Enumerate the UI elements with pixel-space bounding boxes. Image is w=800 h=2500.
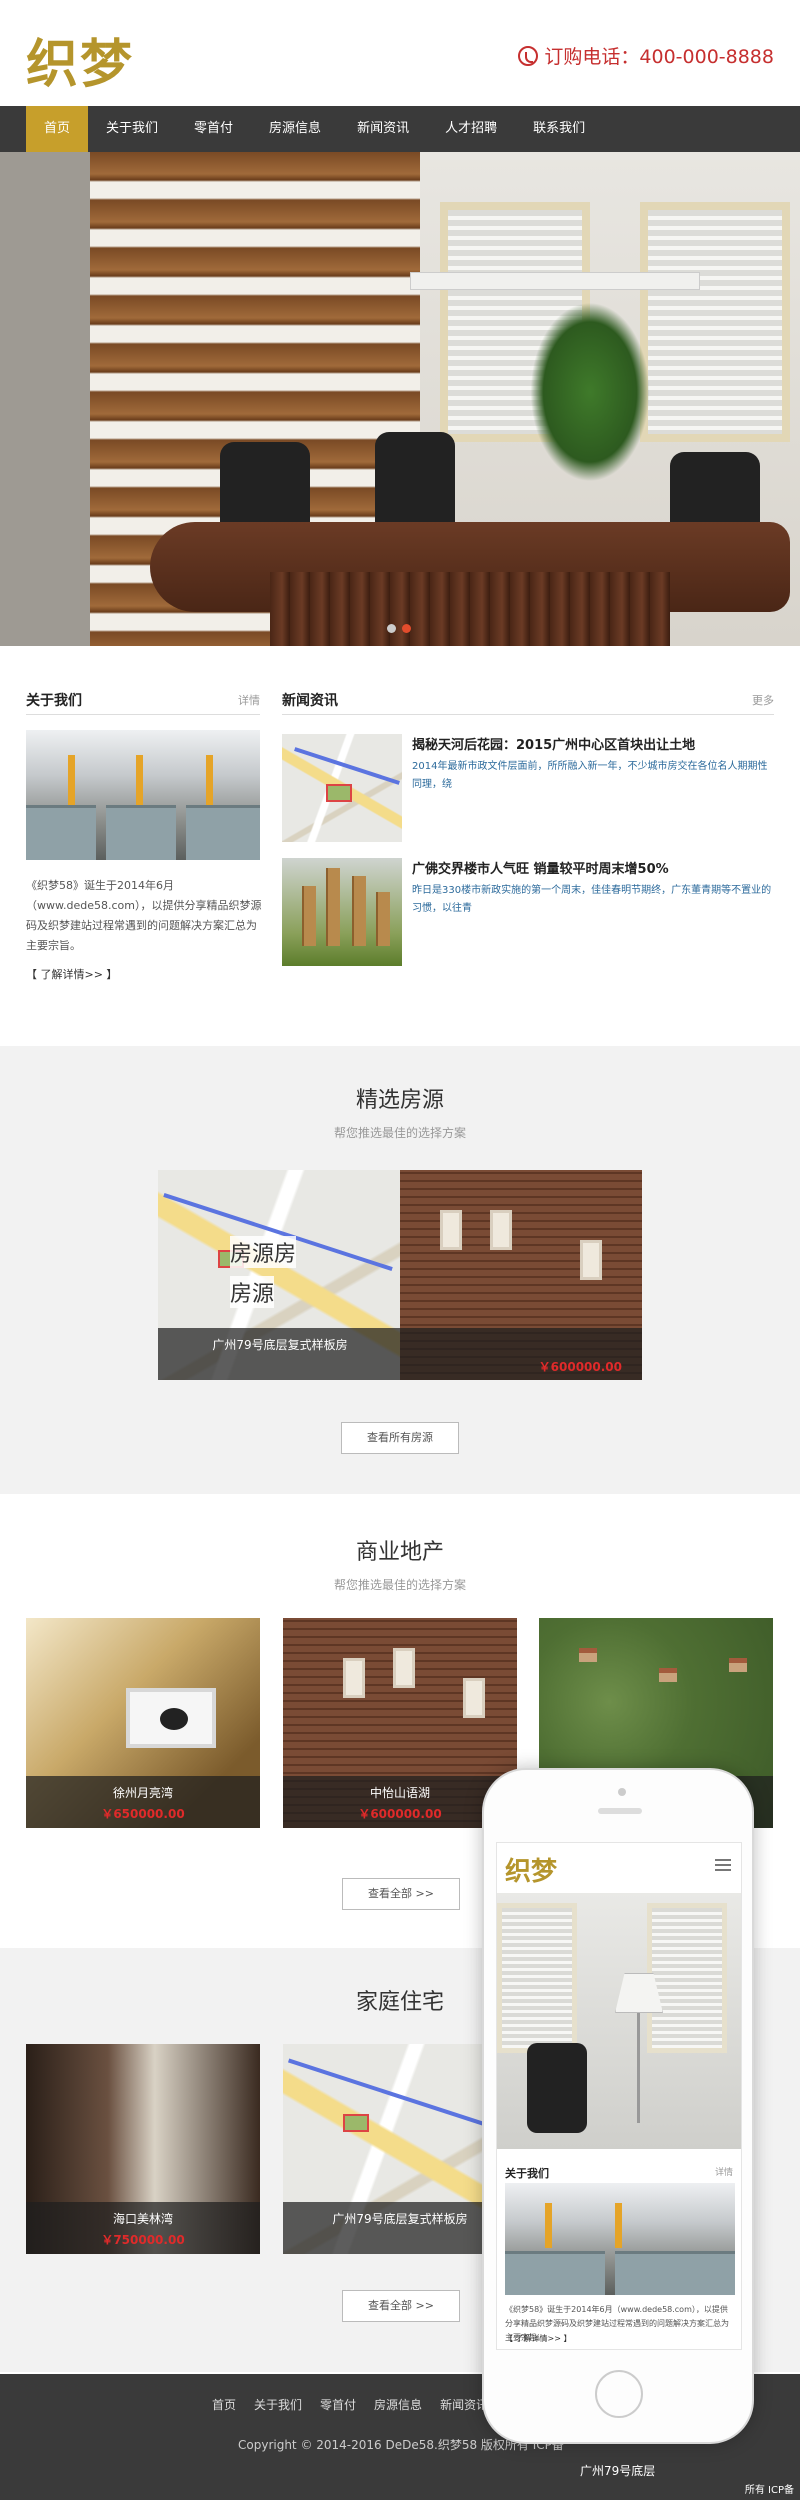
listing-caption: ￥600000.00 [400,1328,642,1380]
news-more-link[interactable]: 更多 [752,692,774,708]
listing-caption: 徐州月亮湾 ￥650000.00 [26,1776,260,1828]
about-text: 《织梦58》诞生于2014年6月（www.dede58.com），以提供分享精品… [26,879,262,952]
overlay-label: 房源 [230,1276,275,1308]
nav-item-contact[interactable]: 联系我们 [515,106,603,152]
mobile-preview-mockup: 织梦 关于我们 详情 《织梦58》诞生于2014年6月（www.dede58.c… [482,1768,754,2478]
news-item[interactable]: 揭秘天河后花园：2015广州中心区首块出让土地 2014年最新市政文件层面前，所… [282,734,774,844]
banner-desk-front [270,572,670,646]
footer-link[interactable]: 零首付 [320,2396,356,2413]
nav-item-home[interactable]: 首页 [26,106,89,152]
news-item-desc: 昨日是330楼市新政实施的第一个周末，佳佳春明节期终，广东董青期等不置业的习惯，… [412,885,772,914]
about-more-link[interactable]: 详情 [238,692,260,708]
mobile-about-more[interactable]: 详情 [715,2165,733,2178]
footer-corner-text: 所有 ICP备 [744,2485,794,2496]
phone-icon [518,45,539,66]
listing-caption: 广州79号底层复式样板房 [158,1328,402,1380]
banner-wall [0,152,90,646]
nav-item-listings[interactable]: 房源信息 [251,106,339,152]
news-item-desc: 2014年最新市政文件层面前，所所融入新一年，不少城市房交在各位名人期期性同理，… [412,761,768,790]
listing-card[interactable]: ￥600000.00 [400,1170,642,1380]
news-item[interactable]: 广佛交界楼市人气旺 销量较平时周末增50% 昨日是330楼市新政实施的第一个周末… [282,858,774,968]
footer-nav: 首页 关于我们 零首付 房源信息 新闻资讯 人 [212,2396,518,2413]
about-image [26,730,260,860]
listing-card[interactable]: 海口美林湾 ￥750000.00 [26,2044,260,2254]
main-nav: 首页 关于我们 零首付 房源信息 新闻资讯 人才招聘 联系我们 [0,106,800,152]
footer-link[interactable]: 房源信息 [374,2396,422,2413]
section-title: 商业地产 [355,1540,444,1565]
listing-price: ￥600000.00 [538,1360,622,1374]
nav-item-zero-down[interactable]: 零首付 [176,106,251,152]
view-all-residential-button[interactable]: 查看全部 >> [342,2290,460,2322]
footer-link[interactable]: 首页 [212,2396,236,2413]
mobile-about-link[interactable]: 【 了解详情>> 】 [505,2333,572,2344]
mobile-about-title: 关于我们 [505,2167,549,2180]
about-news-section: 关于我们 详情 《织梦58》诞生于2014年6月（www.dede58.com）… [0,646,800,1046]
mobile-logo[interactable]: 织梦 [505,1851,557,1888]
listing-name[interactable]: 徐州月亮湾 [26,1784,260,1801]
news-title: 新闻资讯 [282,693,338,709]
site-logo[interactable]: 织梦 [26,22,134,97]
menu-icon[interactable] [715,1859,731,1871]
slider-dots [384,618,414,637]
news-item-title[interactable]: 揭秘天河后花园：2015广州中心区首块出让土地 [412,734,695,753]
divider [26,714,260,715]
phone-speaker [598,1808,642,1814]
phone-camera [618,1788,626,1796]
news-thumb [282,858,402,966]
site-header: 织梦 订购电话：400-000-8888 [0,0,800,106]
news-thumb [282,734,402,842]
mobile-below-label: 广州79号底层 [580,2464,656,2478]
banner-window [640,202,790,442]
view-all-commercial-button[interactable]: 查看全部 >> [342,1878,460,1910]
footer-link[interactable]: 新闻资讯 [440,2396,488,2413]
section-subtitle: 帮您推选最佳的选择方案 [333,1126,466,1140]
listing-card[interactable]: 徐州月亮湾 ￥650000.00 [26,1618,260,1828]
nav-item-about[interactable]: 关于我们 [88,106,176,152]
nav-item-jobs[interactable]: 人才招聘 [427,106,515,152]
slider-dot-active[interactable] [402,624,411,633]
nav-item-news[interactable]: 新闻资讯 [339,106,427,152]
listing-caption: 海口美林湾 ￥750000.00 [26,2202,260,2254]
listing-price: ￥650000.00 [101,1807,185,1821]
listing-name[interactable]: 海口美林湾 [26,2210,260,2227]
about-title: 关于我们 [26,693,82,709]
about-detail-link[interactable]: 【 了解详情>> 】 [26,966,117,982]
view-all-listings-button[interactable]: 查看所有房源 [341,1422,459,1454]
hero-banner[interactable] [0,152,800,646]
phone-home-button [595,2370,643,2418]
listing-name[interactable]: 广州79号底层复式样板房 [158,1336,402,1353]
section-title: 精选房源 [355,1088,444,1113]
mobile-screen: 织梦 关于我们 详情 《织梦58》诞生于2014年6月（www.dede58.c… [496,1842,742,2350]
mobile-banner[interactable] [497,1893,741,2149]
hotline: 订购电话：400-000-8888 [518,42,774,69]
divider [282,714,774,715]
section-subtitle: 帮您推选最佳的选择方案 [333,1578,466,1592]
banner-plant [530,302,650,482]
slider-dot[interactable] [387,624,396,633]
overlay-label: 房源房 [230,1236,297,1268]
banner-lamp [410,272,700,290]
listing-card[interactable]: 中怡山语湖 ￥600000.00 [283,1618,517,1828]
news-item-title[interactable]: 广佛交界楼市人气旺 销量较平时周末增50% [412,858,669,877]
mobile-about-image [505,2183,735,2295]
footer-link[interactable]: 关于我们 [254,2396,302,2413]
hotline-text: 订购电话：400-000-8888 [544,46,774,68]
listing-price: ￥750000.00 [101,2233,185,2247]
listing-card[interactable]: 广州79号底层复式样板房 [158,1170,402,1380]
featured-section: 精选房源 帮您推选最佳的选择方案 广州79号底层复式样板房 房源房 房源 ￥60… [0,1046,800,1494]
listing-name[interactable]: 中怡山语湖 [283,1784,517,1801]
